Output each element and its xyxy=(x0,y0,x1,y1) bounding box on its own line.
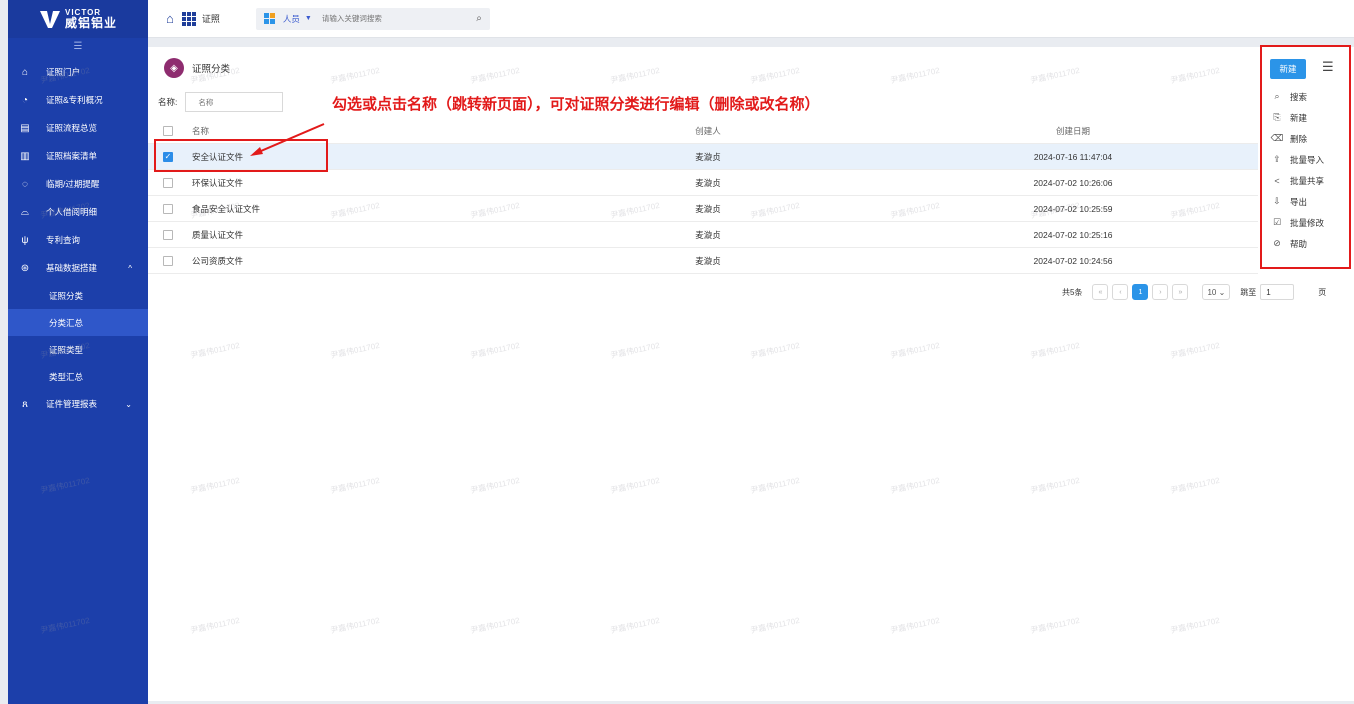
process-icon: ▤ xyxy=(20,122,30,134)
row-date: 2024-07-02 10:25:16 xyxy=(1033,229,1113,240)
filter-row: 名称: xyxy=(158,92,284,112)
sidebar-item-process[interactable]: ▤ 证照流程总览 xyxy=(8,114,148,142)
row-creator: 麦漩贞 xyxy=(695,255,721,266)
sidebar-item-label: 个人借阅明细 xyxy=(46,207,98,217)
page-title: 证照分类 xyxy=(192,64,231,75)
table-row[interactable]: 环保认证文件 麦漩贞 2024-07-02 10:26:06 xyxy=(148,170,1258,196)
row-name-link[interactable]: 质量认证文件 xyxy=(188,229,528,241)
row-name-link[interactable]: 公司资质文件 xyxy=(188,255,528,267)
row-date: 2024-07-16 11:47:04 xyxy=(1033,151,1113,162)
sidebar-item-label: 专利查询 xyxy=(46,235,81,245)
row-creator: 麦漩贞 xyxy=(695,203,721,214)
sidebar: VICTOR 威铝铝业 ☰ ⌂ 证照门户 ◔ 证照&专利概况 ▤ 证照流程总览 … xyxy=(8,0,148,704)
pager-total: 共5条 xyxy=(1062,287,1083,297)
name-filter-input[interactable] xyxy=(185,92,284,112)
sidebar-subitem-type-summary[interactable]: 类型汇总 xyxy=(8,363,148,390)
search-input[interactable] xyxy=(321,14,442,23)
portal-icon: ⌂ xyxy=(21,66,29,78)
page-size-value: 10 xyxy=(1207,287,1217,297)
row-date: 2024-07-02 10:25:59 xyxy=(1033,203,1113,214)
chevron-down-icon: ⌄ xyxy=(125,399,132,409)
scope-icon xyxy=(263,13,275,24)
sidebar-item-archive[interactable]: ▥ 证照档案清单 xyxy=(8,142,148,170)
sidebar-item-label: 证照门户 xyxy=(46,67,81,77)
page-unit: 页 xyxy=(1318,287,1327,297)
page-size-select[interactable]: 10 ⌄ xyxy=(1202,284,1231,300)
prev-page-icon[interactable]: ‹ xyxy=(1112,284,1129,300)
chevron-down-icon[interactable]: ▼ xyxy=(305,15,312,22)
sidebar-item-overview[interactable]: ◔ 证照&专利概况 xyxy=(8,86,148,114)
header-creator[interactable]: 创建人 xyxy=(528,125,888,137)
overview-icon: ◔ xyxy=(21,94,29,106)
last-page-icon[interactable]: » xyxy=(1172,284,1189,300)
victor-logo-icon xyxy=(39,11,60,28)
sidebar-item-base-data[interactable]: ⊛ 基础数据搭建 ^ xyxy=(8,254,148,282)
table-row[interactable]: 质量认证文件 麦漩贞 2024-07-02 10:25:16 xyxy=(148,222,1258,248)
sidebar-item-label: 基础数据搭建 xyxy=(46,263,98,273)
sidebar-subitem-cert-category[interactable]: 证照分类 xyxy=(8,282,148,309)
sidebar-subitem-category-summary[interactable]: 分类汇总 xyxy=(8,309,148,336)
sidebar-item-patent[interactable]: ψ 专利查询 xyxy=(8,226,148,254)
search-icon[interactable]: ⌕ xyxy=(476,13,482,24)
patent-icon: ψ xyxy=(21,234,29,246)
sidebar-item-report[interactable]: ጸ 证件管理报表 ⌄ xyxy=(8,390,148,418)
user-icon: ጸ xyxy=(22,398,28,410)
row-date: 2024-07-02 10:24:56 xyxy=(1033,255,1113,266)
highlight-box-menu xyxy=(1260,45,1351,269)
row-checkbox[interactable] xyxy=(163,229,173,240)
annotation-text: 勾选或点击名称（跳转新页面），可对证照分类进行编辑（删除或改名称） xyxy=(332,95,820,113)
search-scope-select[interactable]: 人员 xyxy=(283,13,300,25)
row-date: 2024-07-02 10:26:06 xyxy=(1033,177,1113,188)
row-creator: 麦漩贞 xyxy=(695,177,721,188)
global-search: 人员 ▼ ⌕ xyxy=(255,7,490,30)
row-checkbox[interactable] xyxy=(163,255,173,266)
row-creator: 麦漩贞 xyxy=(695,151,721,162)
next-page-icon[interactable]: › xyxy=(1152,284,1169,300)
filter-label: 名称: xyxy=(158,97,178,107)
brand-logo: VICTOR 威铝铝业 xyxy=(8,0,148,38)
select-all-checkbox[interactable] xyxy=(163,125,173,136)
annotation-arrow-icon xyxy=(250,123,325,156)
category-cube-icon: ◈ xyxy=(164,58,184,78)
row-checkbox[interactable] xyxy=(163,177,173,188)
sidebar-item-borrow[interactable]: ⌓ 个人借阅明细 xyxy=(8,198,148,226)
table-row[interactable]: 公司资质文件 麦漩贞 2024-07-02 10:24:56 xyxy=(148,248,1258,274)
sidebar-collapse-icon[interactable]: ☰ xyxy=(8,38,148,58)
app-title: 证照 xyxy=(201,14,220,24)
topbar: ⌂ 证照 人员 ▼ ⌕ xyxy=(148,0,1354,38)
page-header: ◈ 证照分类 xyxy=(148,47,1354,89)
header-name[interactable]: 名称 xyxy=(188,125,528,137)
sidebar-item-reminder[interactable]: ◌ 临期/过期提醒 xyxy=(8,170,148,198)
settings-icon: ⊛ xyxy=(20,262,30,274)
borrow-icon: ⌓ xyxy=(21,206,29,218)
brand-cn: 威铝铝业 xyxy=(64,16,117,30)
goto-page-input[interactable]: 1 xyxy=(1260,284,1295,300)
sidebar-item-label: 证照&专利概况 xyxy=(46,95,103,105)
pagination: 共5条 « ‹ 1 › » 10 ⌄ 跳至 1 页 xyxy=(1062,284,1326,300)
chevron-up-icon: ^ xyxy=(128,263,132,273)
row-creator: 麦漩贞 xyxy=(695,229,721,240)
sidebar-item-label: 临期/过期提醒 xyxy=(46,179,100,189)
header-date[interactable]: 创建日期 xyxy=(888,125,1258,137)
bell-icon: ◌ xyxy=(22,178,28,190)
sidebar-item-label: 证件管理报表 xyxy=(46,399,98,409)
goto-label: 跳至 xyxy=(1240,287,1257,297)
archive-icon: ▥ xyxy=(20,150,30,162)
table-row[interactable]: 食品安全认证文件 麦漩贞 2024-07-02 10:25:59 xyxy=(148,196,1258,222)
page-number[interactable]: 1 xyxy=(1132,284,1149,300)
app-grid-icon[interactable] xyxy=(181,11,196,26)
row-checkbox[interactable] xyxy=(163,203,173,214)
sidebar-item-label: 证照档案清单 xyxy=(46,151,98,161)
sidebar-item-label: 证照流程总览 xyxy=(46,123,98,133)
home-icon[interactable]: ⌂ xyxy=(166,11,174,26)
row-name-link[interactable]: 食品安全认证文件 xyxy=(188,203,528,215)
sidebar-item-portal[interactable]: ⌂ 证照门户 xyxy=(8,58,148,86)
row-name-link[interactable]: 环保认证文件 xyxy=(188,177,528,189)
first-page-icon[interactable]: « xyxy=(1092,284,1109,300)
sidebar-subitem-cert-type[interactable]: 证照类型 xyxy=(8,336,148,363)
